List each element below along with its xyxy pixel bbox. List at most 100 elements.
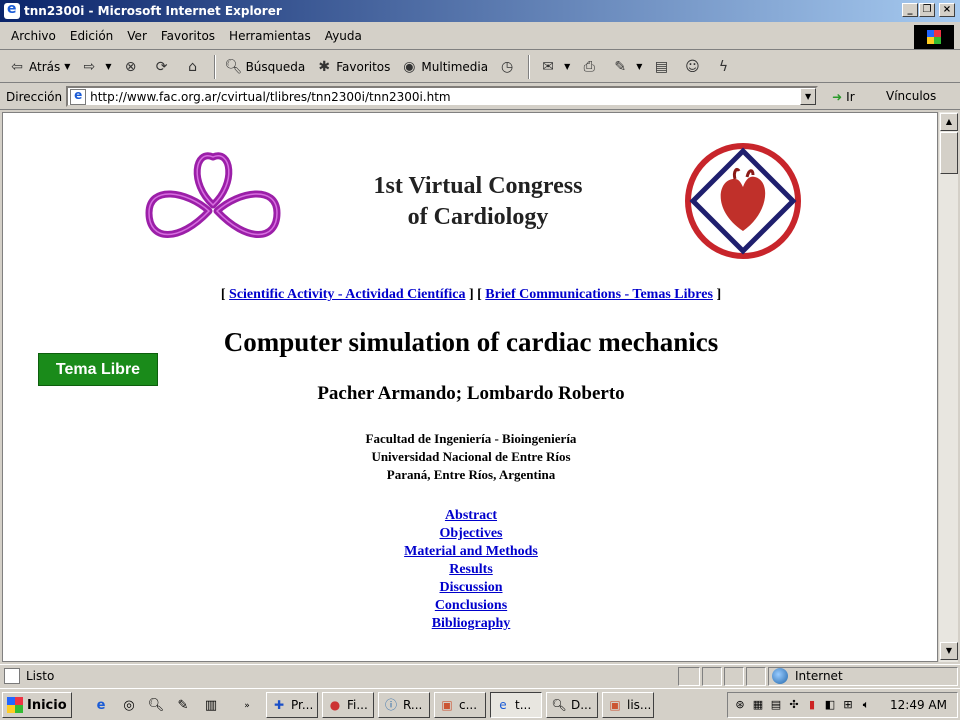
scroll-down-icon[interactable]: ▼ (940, 642, 958, 660)
task-button[interactable]: ● Fi... (322, 692, 374, 718)
tray-network-icon[interactable]: ▦ (750, 697, 766, 713)
edit-button[interactable]: ✎ ▼ (607, 54, 646, 80)
stop-icon: ⊗ (124, 58, 137, 75)
toc-conclusions-link[interactable]: Conclusions (3, 598, 937, 614)
task-button[interactable]: 🔍︎ D... (546, 692, 598, 718)
print-button[interactable]: ⎙ (576, 54, 605, 80)
chevron-down-icon[interactable]: ▼ (105, 62, 111, 71)
task-button[interactable]: ▣ c... (434, 692, 486, 718)
tray-window-icon[interactable]: ◧ (822, 697, 838, 713)
internet-zone-icon (772, 668, 788, 684)
tray-monitor-icon[interactable]: ▤ (768, 697, 784, 713)
brief-communications-link[interactable]: Brief Communications - Temas Libres (485, 287, 713, 302)
menu-favoritos[interactable]: Favoritos (154, 29, 222, 43)
toc-abstract-link[interactable]: Abstract (3, 508, 937, 524)
task-button[interactable]: ✚ Pr... (266, 692, 318, 718)
taskbar: Inicio e ◎ 🔍︎ ✎ ▥ » ✚ Pr... ● Fi... ⓘ R... … (0, 688, 960, 720)
congress-title-line2: of Cardiology (407, 204, 549, 230)
home-icon: ⌂ (188, 58, 197, 75)
menu-ver[interactable]: Ver (120, 29, 154, 43)
trefoil-hearts-logo (145, 152, 281, 238)
address-url[interactable]: http://www.fac.org.ar/cvirtual/tlibres/t… (90, 90, 451, 104)
window-icon: ▣ (441, 698, 453, 712)
firefox-icon: ● (329, 698, 341, 712)
authors: Pacher Armando; Lombardo Roberto (317, 383, 625, 404)
status-text: Listo (26, 669, 55, 683)
favorites-label: Favoritos (336, 59, 391, 74)
scientific-activity-link[interactable]: Scientific Activity - Actividad Científi… (229, 287, 465, 302)
menu-edicion[interactable]: Edición (63, 29, 120, 43)
vertical-scrollbar[interactable]: ▲ ▼ (938, 112, 958, 662)
links-button[interactable]: Vínculos (886, 89, 936, 103)
task-button[interactable]: ⓘ R... (378, 692, 430, 718)
quicklaunch-outlook-icon[interactable]: ◎ (120, 697, 138, 715)
page-content: 1st Virtual Congress of Cardiology [ Sci… (2, 112, 938, 662)
toc-objectives-link[interactable]: Objectives (3, 526, 937, 542)
back-arrow-icon: ⇦ (11, 58, 23, 75)
task-button[interactable]: ▣ lis... (602, 692, 654, 718)
related-button[interactable]: ϟ (710, 54, 739, 80)
toc-discussion-link[interactable]: Discussion (3, 580, 937, 596)
forward-button[interactable]: ⇨ ▼ (76, 54, 115, 80)
quicklaunch-app-icon[interactable]: ▥ (202, 697, 220, 715)
zone-text: Internet (795, 669, 843, 683)
quicklaunch-ie-icon[interactable]: e (92, 697, 110, 715)
discuss-button[interactable]: ▤ (648, 54, 677, 80)
task-button-active[interactable]: e t... (490, 692, 542, 718)
toolbar-separator (213, 54, 216, 79)
favorites-button[interactable]: ✱ Favoritos (311, 54, 394, 80)
minimize-button[interactable]: _ (902, 3, 918, 17)
go-arrow-icon: ➜ (832, 89, 843, 104)
volume-icon[interactable]: 🔈︎ (858, 697, 874, 713)
status-bar: Listo Internet (0, 664, 960, 687)
scroll-up-icon[interactable]: ▲ (940, 113, 958, 131)
address-label: Dirección (6, 89, 63, 104)
mail-button[interactable]: ✉ ▼ (535, 54, 574, 80)
page-icon (70, 88, 87, 105)
address-dropdown-icon[interactable]: ▼ (800, 88, 817, 105)
chevron-down-icon[interactable]: ▼ (64, 62, 70, 71)
quicklaunch-edit-icon[interactable]: ✎ (174, 697, 192, 715)
status-pane (702, 667, 722, 686)
toc-methods-link[interactable]: Material and Methods (3, 544, 937, 560)
toc-results-link[interactable]: Results (3, 562, 937, 578)
menu-ayuda[interactable]: Ayuda (318, 29, 369, 43)
back-button[interactable]: ⇦ Atrás ▼ (4, 54, 74, 80)
start-button[interactable]: Inicio (2, 692, 72, 718)
edit-icon: ✎ (614, 58, 627, 75)
tray-chart-icon[interactable]: ▮ (804, 697, 820, 713)
task-label: Pr... (291, 698, 314, 712)
multimedia-button[interactable]: ◉ Multimedia (396, 54, 492, 80)
favorites-icon: ✱ (318, 58, 331, 75)
scroll-thumb[interactable] (940, 132, 958, 174)
section-navigation: [ Scientific Activity - Actividad Cientí… (3, 287, 937, 303)
go-button[interactable]: ➜ Ir (832, 90, 855, 104)
tray-tool-icon[interactable]: ✣ (786, 697, 802, 713)
tray-network2-icon[interactable]: ⊞ (840, 697, 856, 713)
history-button[interactable]: ◷ (494, 54, 523, 80)
info-icon: ⓘ (384, 698, 397, 712)
address-input[interactable]: http://www.fac.org.ar/cvirtual/tlibres/t… (66, 86, 819, 107)
go-label: Ir (846, 89, 855, 104)
quicklaunch-more-icon[interactable]: » (238, 697, 256, 715)
menu-herramientas[interactable]: Herramientas (222, 29, 318, 43)
refresh-button[interactable]: ⟳ (149, 54, 178, 80)
messenger-button[interactable]: ☺ (679, 54, 708, 80)
stop-button[interactable]: ⊗ (118, 54, 147, 80)
back-label: Atrás (29, 59, 61, 74)
tray-app-icon[interactable]: ⊛ (732, 697, 748, 713)
toc-bibliography-link[interactable]: Bibliography (3, 616, 937, 632)
window-icon: ▣ (609, 698, 621, 712)
task-label: lis... (627, 698, 652, 712)
menu-archivo[interactable]: Archivo (4, 29, 63, 43)
task-label: D... (571, 698, 592, 712)
chevron-down-icon[interactable]: ▼ (636, 62, 642, 71)
quicklaunch-search-icon[interactable]: 🔍︎ (147, 697, 165, 715)
congress-title-line1: 1st Virtual Congress (373, 173, 583, 199)
search-button[interactable]: 🔍︎ Búsqueda (221, 54, 310, 80)
home-button[interactable]: ⌂ (180, 54, 209, 80)
multimedia-icon: ◉ (403, 58, 416, 75)
maximize-button[interactable]: ❐ (919, 3, 935, 17)
close-button[interactable]: × (939, 3, 955, 17)
chevron-down-icon[interactable]: ▼ (564, 62, 570, 71)
